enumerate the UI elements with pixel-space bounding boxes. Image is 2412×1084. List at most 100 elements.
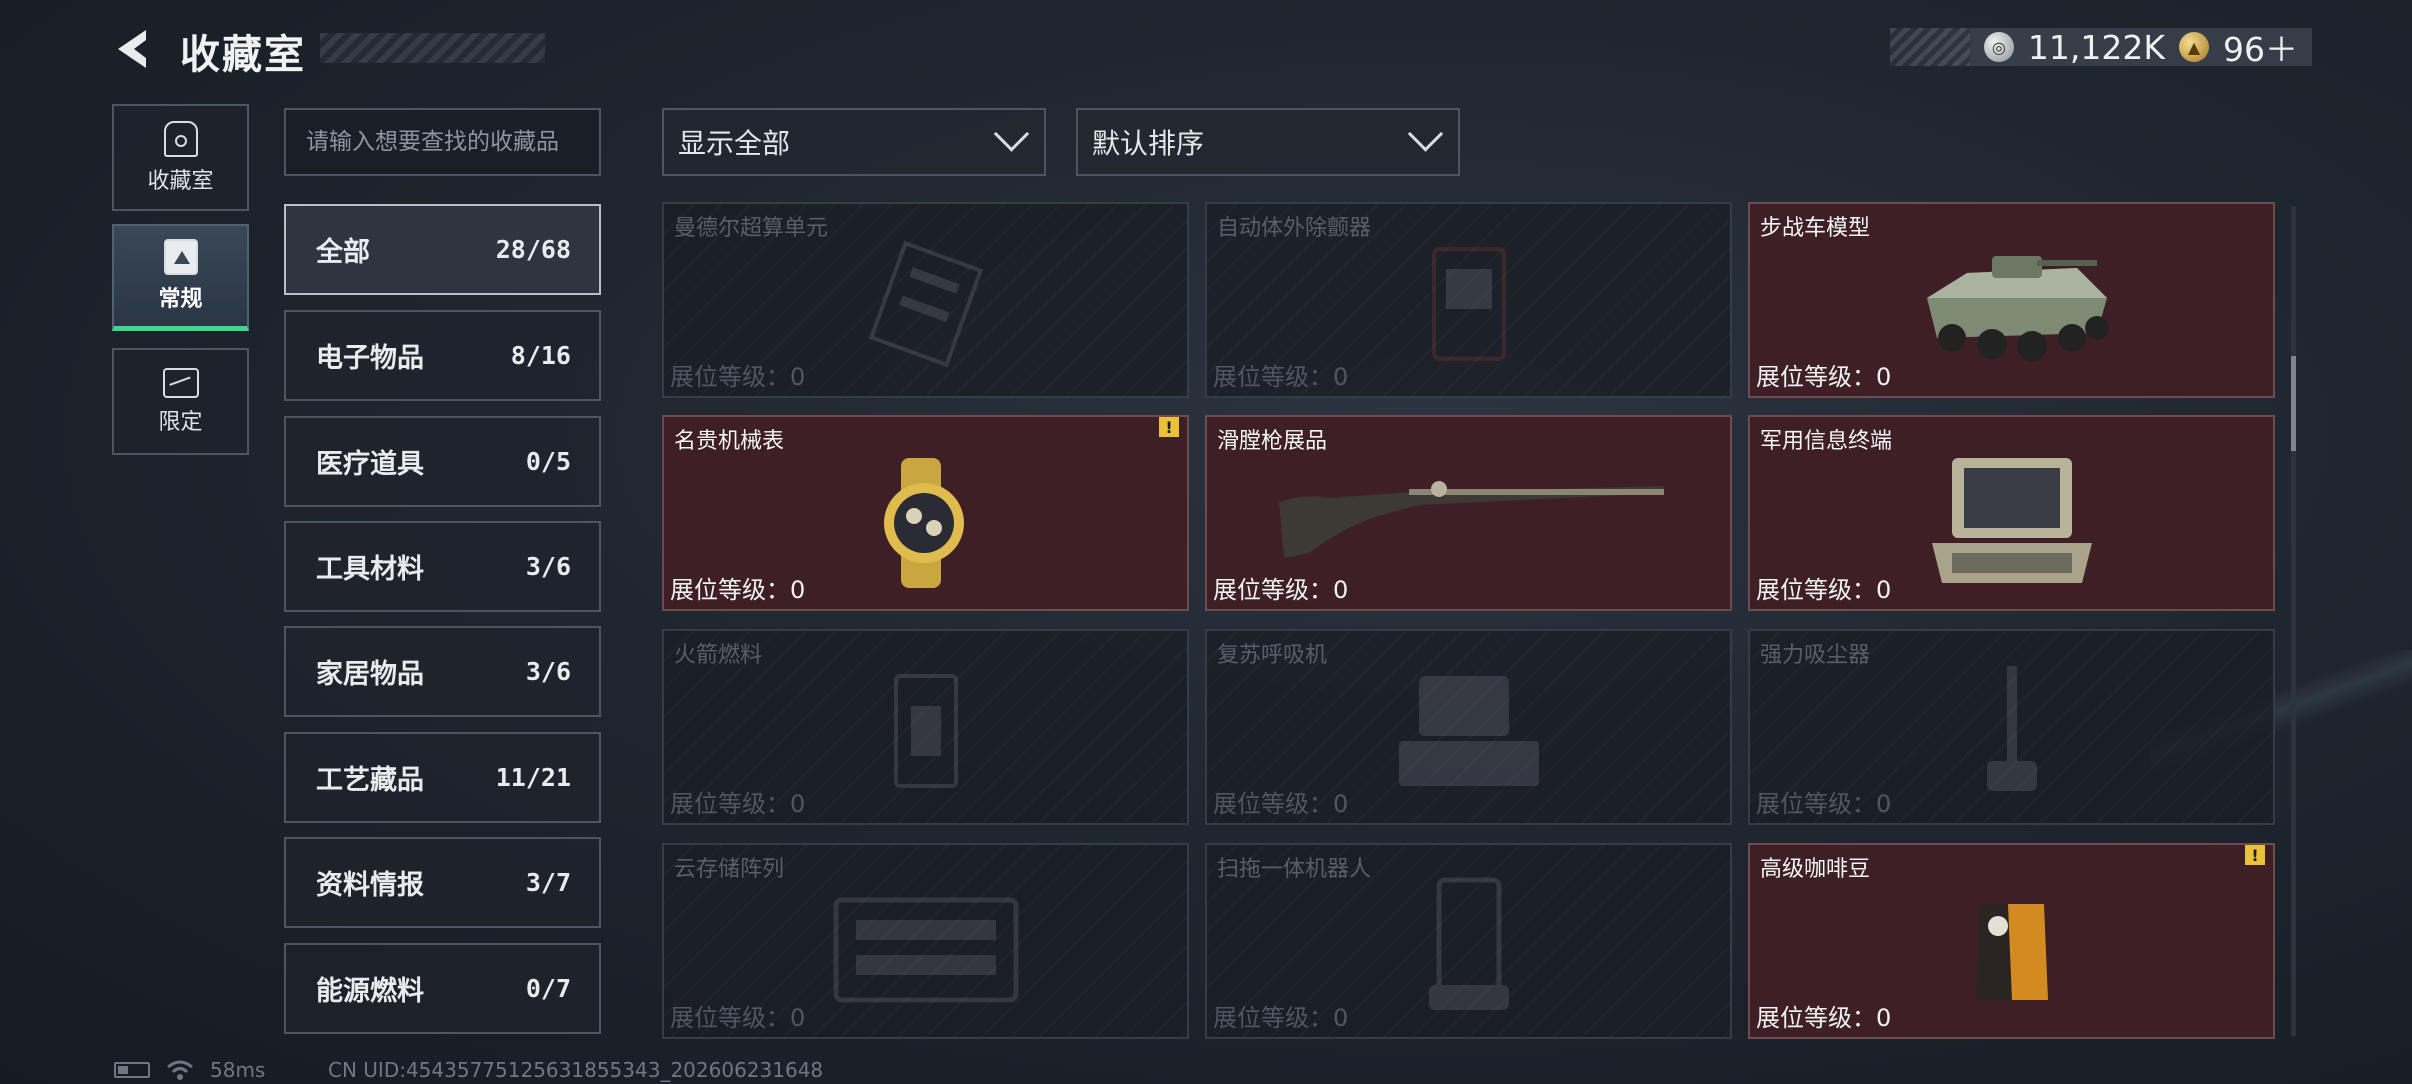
regular-document-icon [163, 239, 198, 275]
chevron-down-icon [993, 115, 1030, 152]
item-card-coffee-beans[interactable]: 高级咖啡豆 ! 展位等级：0 [1748, 843, 2275, 1039]
item-card-military-terminal[interactable]: 军用信息终端 展位等级：0 [1748, 415, 2275, 611]
item-level-label: 展位等级： [1756, 790, 1876, 818]
currency-bar: ◎ 11,122K ▲ 96＋ [1890, 27, 2312, 69]
item-level-label: 展位等级： [1756, 1004, 1876, 1032]
musket-icon [1278, 481, 1664, 558]
item-level: 展位等级：0 [1213, 998, 1348, 1033]
alert-badge: ! [1159, 417, 1179, 437]
item-level-value: 0 [790, 1004, 806, 1032]
item-level-label: 展位等级： [1756, 363, 1876, 391]
item-level-label: 展位等级： [670, 363, 790, 391]
item-level-value: 0 [1333, 576, 1349, 604]
item-card-defibrillator[interactable]: 自动体外除颤器 展位等级：0 [1205, 202, 1732, 398]
item-name: 滑膛枪展品 [1217, 429, 1328, 454]
item-card-ventilator[interactable]: 复苏呼吸机 展位等级：0 [1205, 629, 1732, 825]
item-level-value: 0 [1876, 1004, 1892, 1032]
display-filter-dropdown[interactable]: 显示全部 [662, 108, 1046, 176]
display-filter-value: 显示全部 [678, 127, 791, 160]
category-crafts[interactable]: 工艺藏品 11/21 [284, 732, 601, 823]
item-card-robot-vacuum[interactable]: 扫拖一体机器人 展位等级：0 [1205, 843, 1732, 1039]
side-tab-limited[interactable]: 限定 [112, 348, 249, 455]
category-count: 3/6 [525, 657, 571, 686]
item-name: 强力吸尘器 [1760, 643, 1871, 668]
item-level: 展位等级：0 [670, 998, 805, 1033]
item-name: 复苏呼吸机 [1217, 643, 1328, 668]
vacuum-cleaner-icon [1986, 665, 2037, 791]
collection-room-icon [163, 120, 198, 157]
category-electronics[interactable]: 电子物品 8/16 [284, 310, 601, 401]
category-household[interactable]: 家居物品 3/6 [284, 626, 601, 717]
item-card-supercomputer-unit[interactable]: 曼德尔超算单元 展位等级：0 [662, 202, 1189, 398]
item-level-label: 展位等级： [1213, 576, 1333, 604]
silver-currency-value: 11,122K [2027, 27, 2165, 67]
item-level: 展位等级：0 [1213, 570, 1348, 605]
side-tab-label: 常规 [158, 287, 203, 312]
item-level: 展位等级：0 [670, 570, 805, 605]
ifv-model-icon [1926, 255, 2109, 361]
wifi-icon [167, 1060, 193, 1080]
currency-decoration [1890, 28, 1970, 66]
chevron-down-icon [1407, 115, 1444, 152]
back-button[interactable] [110, 24, 160, 74]
item-card-ifv-model[interactable]: 步战车模型 展位等级：0 [1748, 202, 2275, 398]
item-card-luxury-watch[interactable]: 名贵机械表 ! 展位等级：0 [662, 415, 1189, 611]
category-name: 能源燃料 [316, 976, 424, 1007]
grid-scrollbar-track[interactable] [2291, 206, 2296, 1036]
item-name: 火箭燃料 [674, 643, 763, 668]
robot-vacuum-icon [1428, 877, 1509, 1010]
luxury-watch-icon [883, 457, 964, 588]
item-name: 高级咖啡豆 [1760, 857, 1871, 882]
item-level: 展位等级：0 [1756, 998, 1891, 1033]
item-card-storage-array[interactable]: 云存储阵列 展位等级：0 [662, 843, 1189, 1039]
item-level-value: 0 [1333, 1004, 1349, 1032]
item-level-label: 展位等级： [670, 576, 790, 604]
item-level-label: 展位等级： [670, 790, 790, 818]
battery-icon [114, 1062, 150, 1078]
item-name: 云存储阵列 [674, 857, 785, 882]
item-level-label: 展位等级： [1213, 790, 1333, 818]
rocket-fuel-icon [893, 673, 958, 788]
category-name: 全部 [316, 237, 370, 268]
category-name: 工艺藏品 [316, 765, 424, 796]
item-level: 展位等级：0 [1213, 357, 1348, 392]
item-name: 曼德尔超算单元 [674, 216, 829, 241]
item-level: 展位等级：0 [1756, 570, 1891, 605]
sort-value: 默认排序 [1092, 127, 1205, 160]
player-uid: CN UID:45435775125631855343_202606231648 [328, 1058, 824, 1082]
sort-dropdown[interactable]: 默认排序 [1076, 108, 1460, 176]
category-energy-fuel[interactable]: 能源燃料 0/7 [284, 943, 601, 1034]
category-tools[interactable]: 工具材料 3/6 [284, 521, 601, 612]
item-level-value: 0 [790, 363, 806, 391]
supercomputer-unit-icon [868, 240, 983, 368]
item-card-musket[interactable]: 滑膛枪展品 展位等级：0 [1205, 415, 1732, 611]
category-count: 3/6 [525, 552, 571, 581]
category-count: 0/7 [525, 974, 571, 1003]
collection-search-input[interactable] [284, 108, 601, 176]
item-name: 名贵机械表 [674, 429, 785, 454]
item-level: 展位等级：0 [1756, 784, 1891, 819]
category-count: 0/5 [525, 447, 571, 476]
item-level-value: 0 [1333, 790, 1349, 818]
category-intel[interactable]: 资料情报 3/7 [284, 837, 601, 928]
coffee-beans-icon [1975, 903, 2048, 1000]
silver-coin-icon: ◎ [1983, 32, 2014, 62]
item-card-vacuum-cleaner[interactable]: 强力吸尘器 展位等级：0 [1748, 629, 2275, 825]
category-count: 8/16 [510, 341, 571, 370]
side-tab-collection-room[interactable]: 收藏室 [112, 104, 249, 211]
grid-scrollbar-thumb[interactable] [2291, 356, 2296, 451]
item-name: 自动体外除颤器 [1217, 216, 1372, 241]
gold-currency-value[interactable]: 96＋ [2223, 23, 2298, 71]
side-tab-regular[interactable]: 常规 [112, 224, 249, 331]
item-name: 扫拖一体机器人 [1217, 857, 1372, 882]
defibrillator-icon [1431, 246, 1506, 361]
item-level-label: 展位等级： [1213, 363, 1333, 391]
item-level: 展位等级：0 [1213, 784, 1348, 819]
item-level-value: 0 [790, 576, 806, 604]
item-level: 展位等级：0 [670, 357, 805, 392]
item-card-rocket-fuel[interactable]: 火箭燃料 展位等级：0 [662, 629, 1189, 825]
category-medical[interactable]: 医疗道具 0/5 [284, 416, 601, 507]
ventilator-icon [1398, 675, 1539, 786]
ping-value: 58ms [210, 1058, 266, 1082]
category-all[interactable]: 全部 28/68 [284, 204, 601, 295]
